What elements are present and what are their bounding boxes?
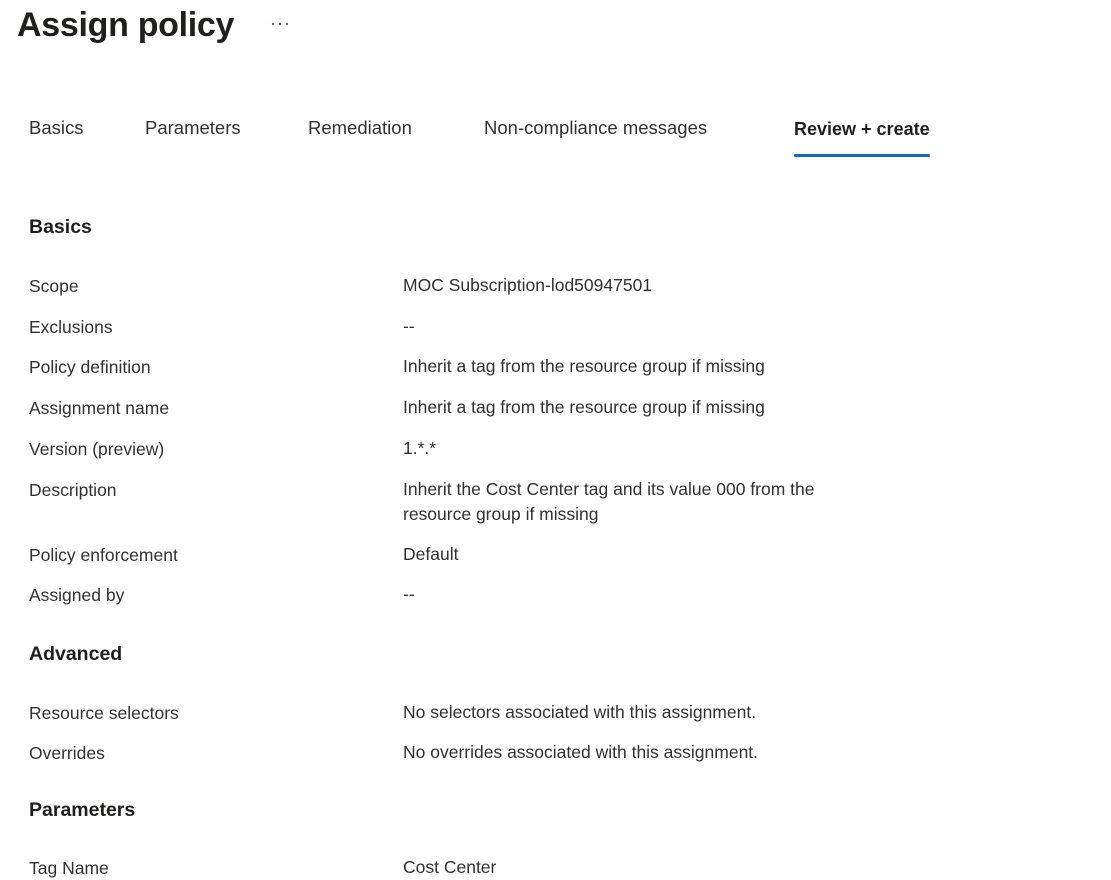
- row-value-scope: MOC Subscription-lod50947501: [403, 275, 653, 295]
- tab-review-create[interactable]: Review + create: [794, 111, 930, 157]
- ellipsis-icon[interactable]: [268, 12, 292, 36]
- tab-basics[interactable]: Basics: [29, 110, 84, 156]
- row-label-version: Version (preview): [29, 439, 165, 459]
- row-label-assignment-name: Assignment name: [29, 398, 170, 418]
- row-label-tag-name: Tag Name: [29, 858, 109, 878]
- tab-non-compliance-messages[interactable]: Non-compliance messages: [484, 110, 707, 156]
- row-value-assignment-name: Inherit a tag from the resource group if…: [403, 397, 765, 417]
- row-label-exclusions: Exclusions: [29, 317, 113, 337]
- tab-label: Remediation: [308, 117, 412, 138]
- row-label-resource-selectors: Resource selectors: [29, 703, 179, 723]
- active-tab-indicator: [794, 154, 930, 157]
- section-heading: Advanced: [29, 643, 123, 665]
- row-label-policy-enforcement: Policy enforcement: [29, 545, 178, 565]
- row-value-policy-enforcement: Default: [403, 544, 459, 564]
- tab-label: Parameters: [145, 117, 241, 138]
- row-label-description: Description: [29, 480, 117, 500]
- row-value-tag-name: Cost Center: [403, 857, 497, 877]
- row-value-description: Inherit the Cost Center tag and its valu…: [403, 479, 815, 524]
- row-value-assigned-by: --: [403, 584, 415, 604]
- row-value-policy-definition: Inherit a tag from the resource group if…: [403, 356, 765, 376]
- tab-label: Basics: [29, 117, 84, 138]
- section-heading: Parameters: [29, 799, 136, 821]
- row-value-overrides: No overrides associated with this assign…: [403, 742, 759, 762]
- tab-parameters[interactable]: Parameters: [145, 110, 241, 156]
- tab-label: Non-compliance messages: [484, 117, 708, 138]
- row-label-overrides: Overrides: [29, 743, 105, 763]
- row-label-scope: Scope: [29, 276, 79, 296]
- row-value-resource-selectors: No selectors associated with this assign…: [403, 702, 757, 722]
- row-value-version: 1.*.*: [403, 438, 437, 458]
- section-heading: Basics: [29, 216, 92, 238]
- row-value-exclusions: --: [403, 316, 415, 336]
- wizard-tabs: Basics Parameters Remediation Non-compli…: [0, 110, 1111, 160]
- row-label-policy-definition: Policy definition: [29, 357, 151, 377]
- page-title: Assign policy: [17, 6, 235, 44]
- tab-label: Review + create: [794, 119, 930, 139]
- tab-remediation[interactable]: Remediation: [308, 110, 412, 156]
- row-label-assigned-by: Assigned by: [29, 585, 125, 605]
